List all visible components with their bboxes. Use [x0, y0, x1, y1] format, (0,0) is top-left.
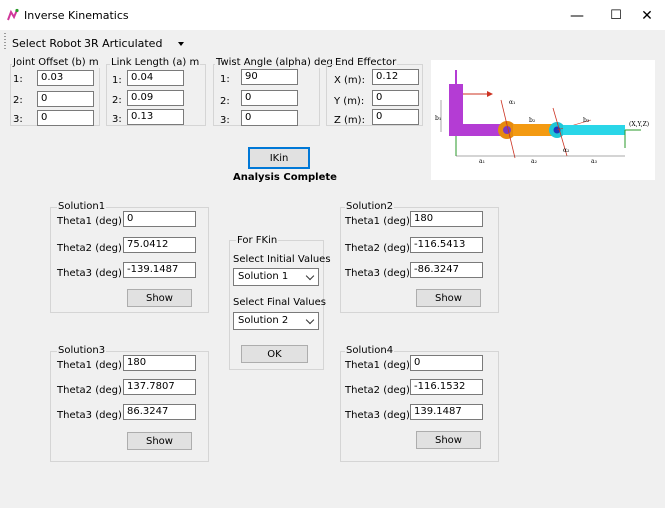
- joint-offset-index-3: 3:: [13, 114, 23, 125]
- link-length-index-3: 3:: [112, 114, 122, 125]
- robot-select-value: 3R Articulated: [84, 37, 163, 50]
- window-title: Inverse Kinematics: [24, 9, 129, 22]
- link-length-field-1[interactable]: 0.04: [127, 70, 184, 86]
- solution2-theta2-label: Theta2 (deg):: [345, 243, 414, 254]
- link-length-field-2[interactable]: 0.09: [127, 90, 184, 106]
- maximize-button[interactable]: ☐: [601, 6, 631, 26]
- base-link-shape: [449, 84, 463, 136]
- robot-diagram: b₁ a₁ a₂ a₃ b₂ b₃ α₁ α₂ (X,Y,Z): [431, 60, 655, 180]
- link-length-index-2: 2:: [112, 95, 122, 106]
- joint-offset-field-3[interactable]: 0: [37, 110, 94, 126]
- diagram-label-a1: a₁: [479, 158, 485, 165]
- chevron-down-icon: [305, 315, 315, 325]
- link-length-index-1: 1:: [112, 75, 122, 86]
- solution2-theta1-field[interactable]: 180: [410, 211, 483, 227]
- twist-angle-field-2[interactable]: 0: [241, 90, 298, 106]
- twist-angle-field-1[interactable]: 90: [241, 69, 298, 85]
- solution3-theta2-field[interactable]: 137.7807: [123, 379, 196, 395]
- solution1-theta2-field[interactable]: 75.0412: [123, 237, 196, 253]
- solution4-theta3-label: Theta3 (deg):: [345, 410, 414, 421]
- link-length-title: Link Length (a) m: [110, 57, 201, 68]
- fkin-initial-value: Solution 1: [238, 271, 289, 282]
- fkin-ok-button[interactable]: OK: [241, 345, 308, 363]
- joint-offset-field-1[interactable]: 0.03: [37, 70, 94, 86]
- robot-diagram-drawing: b₁ a₁ a₂ a₃ b₂ b₃ α₁ α₂ (X,Y,Z): [435, 70, 649, 165]
- solution4-theta2-field[interactable]: -116.1532: [410, 379, 483, 395]
- solution2-title: Solution2: [345, 201, 395, 212]
- twist-angle-index-3: 3:: [220, 115, 230, 126]
- twist-angle-index-1: 1:: [220, 74, 230, 85]
- solution1-title: Solution1: [57, 201, 107, 212]
- solution1-theta3-label: Theta3 (deg):: [57, 268, 126, 279]
- end-effector-y-label: Y (m):: [334, 96, 365, 107]
- diagram-label-a3: a₃: [591, 158, 598, 165]
- solution1-theta1-field[interactable]: 0: [123, 211, 196, 227]
- diagram-label-alpha2: α₂: [563, 147, 570, 154]
- link-2-shape: [513, 124, 555, 136]
- twist-angle-field-3[interactable]: 0: [241, 110, 298, 126]
- solution4-theta1-label: Theta1 (deg):: [345, 360, 414, 371]
- ikin-button[interactable]: IKin: [248, 147, 310, 169]
- solution2-theta2-field[interactable]: -116.5413: [410, 237, 483, 253]
- fkin-final-label: Select Final Values: [233, 297, 326, 308]
- twist-angle-title: Twist Angle (alpha) deg: [215, 57, 334, 68]
- end-effector-y-field[interactable]: 0: [372, 90, 419, 106]
- status-text: Analysis Complete: [233, 172, 337, 183]
- solution3-theta3-field[interactable]: 86.3247: [123, 404, 196, 420]
- fkin-final-select[interactable]: Solution 2: [233, 312, 319, 330]
- link-length-field-3[interactable]: 0.13: [127, 109, 184, 125]
- solution1-theta1-label: Theta1 (deg):: [57, 216, 126, 227]
- solution2-theta1-label: Theta1 (deg):: [345, 216, 414, 227]
- joint-offset-title: Joint Offset (b) m: [12, 57, 100, 68]
- end-effector-z-label: Z (m):: [334, 115, 365, 126]
- diagram-label-a2: a₂: [531, 158, 538, 165]
- solution4-show-button[interactable]: Show: [416, 431, 481, 449]
- end-effector-x-label: X (m):: [334, 75, 365, 86]
- solution2-show-button[interactable]: Show: [416, 289, 481, 307]
- joint-offset-index-1: 1:: [13, 74, 23, 85]
- joint-offset-field-2[interactable]: 0: [37, 91, 94, 107]
- close-button[interactable]: ✕: [632, 6, 662, 26]
- fkin-initial-label: Select Initial Values: [233, 254, 331, 265]
- solution4-theta3-field[interactable]: 139.1487: [410, 404, 483, 420]
- fkin-initial-select[interactable]: Solution 1: [233, 268, 319, 286]
- solution3-theta3-label: Theta3 (deg):: [57, 410, 126, 421]
- diagram-label-b3: b₃: [583, 117, 590, 124]
- solution1-show-button[interactable]: Show: [127, 289, 192, 307]
- solution3-show-button[interactable]: Show: [127, 432, 192, 450]
- solution2-theta3-field[interactable]: -86.3247: [410, 262, 483, 278]
- solution3-theta2-label: Theta2 (deg):: [57, 385, 126, 396]
- solution4-title: Solution4: [345, 345, 395, 356]
- chevron-down-icon: [305, 271, 315, 281]
- toolbar-grip[interactable]: [4, 33, 6, 49]
- minimize-button[interactable]: —: [562, 6, 592, 26]
- chevron-down-icon: [178, 42, 184, 46]
- select-robot-label: Select Robot:: [12, 37, 86, 50]
- solution2-theta3-label: Theta3 (deg):: [345, 268, 414, 279]
- link-3-shape: [563, 125, 625, 135]
- solution3-title: Solution3: [57, 345, 107, 356]
- app-icon: [7, 8, 19, 21]
- solution3-theta1-label: Theta1 (deg):: [57, 360, 126, 371]
- solution4-theta2-label: Theta2 (deg):: [345, 385, 414, 396]
- twist-angle-index-2: 2:: [220, 96, 230, 107]
- fkin-title: For FKin: [236, 235, 279, 246]
- solution3-theta1-field[interactable]: 180: [123, 355, 196, 371]
- solution1-theta2-label: Theta2 (deg):: [57, 243, 126, 254]
- diagram-label-alpha1: α₁: [509, 99, 515, 106]
- end-effector-title: End Effector: [334, 57, 398, 68]
- diagram-label-b2: b₂: [529, 117, 536, 124]
- end-effector-x-field[interactable]: 0.12: [372, 69, 419, 85]
- end-effector-z-field[interactable]: 0: [372, 109, 419, 125]
- fkin-final-value: Solution 2: [238, 315, 289, 326]
- solution1-theta3-field[interactable]: -139.1487: [123, 262, 196, 278]
- robot-select[interactable]: 3R Articulated: [82, 34, 186, 52]
- diagram-label-end-effector: (X,Y,Z): [629, 121, 649, 128]
- solution4-theta1-field[interactable]: 0: [410, 355, 483, 371]
- joint-offset-index-2: 2:: [13, 95, 23, 106]
- diagram-label-b1: b₁: [435, 115, 441, 122]
